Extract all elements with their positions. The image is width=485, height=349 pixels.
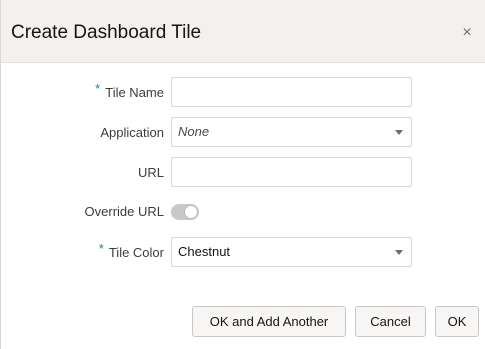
override-url-toggle[interactable] <box>171 204 199 220</box>
url-label: URL <box>137 165 164 180</box>
toggle-knob <box>184 205 198 219</box>
tile-name-input[interactable] <box>178 78 403 105</box>
tile-color-label: * Tile Color <box>98 241 164 260</box>
create-dashboard-tile-dialog: Create Dashboard Tile × * Tile Name Appli… <box>0 0 485 349</box>
application-select-value: None <box>178 124 210 139</box>
tile-name-field[interactable] <box>171 77 412 107</box>
application-select[interactable]: None <box>171 117 412 147</box>
close-icon[interactable]: × <box>458 24 476 42</box>
override-url-label: Override URL <box>84 204 164 219</box>
application-label: Application <box>100 125 164 140</box>
cancel-button[interactable]: Cancel <box>355 306 426 337</box>
chevron-down-icon <box>395 130 403 135</box>
ok-button[interactable]: OK <box>435 306 479 337</box>
required-marker: * <box>98 241 104 256</box>
required-marker: * <box>95 81 101 96</box>
dialog-title: Create Dashboard Tile <box>11 22 202 43</box>
tile-name-label: * Tile Name <box>95 81 164 100</box>
tile-color-select-value: Chestnut <box>178 244 231 259</box>
ok-and-add-another-button[interactable]: OK and Add Another <box>192 306 346 337</box>
url-field[interactable] <box>171 157 412 187</box>
dialog-header: Create Dashboard Tile × <box>1 0 485 63</box>
url-input[interactable] <box>178 158 403 185</box>
chevron-down-icon <box>395 250 403 255</box>
tile-color-select[interactable]: Chestnut <box>171 237 412 267</box>
